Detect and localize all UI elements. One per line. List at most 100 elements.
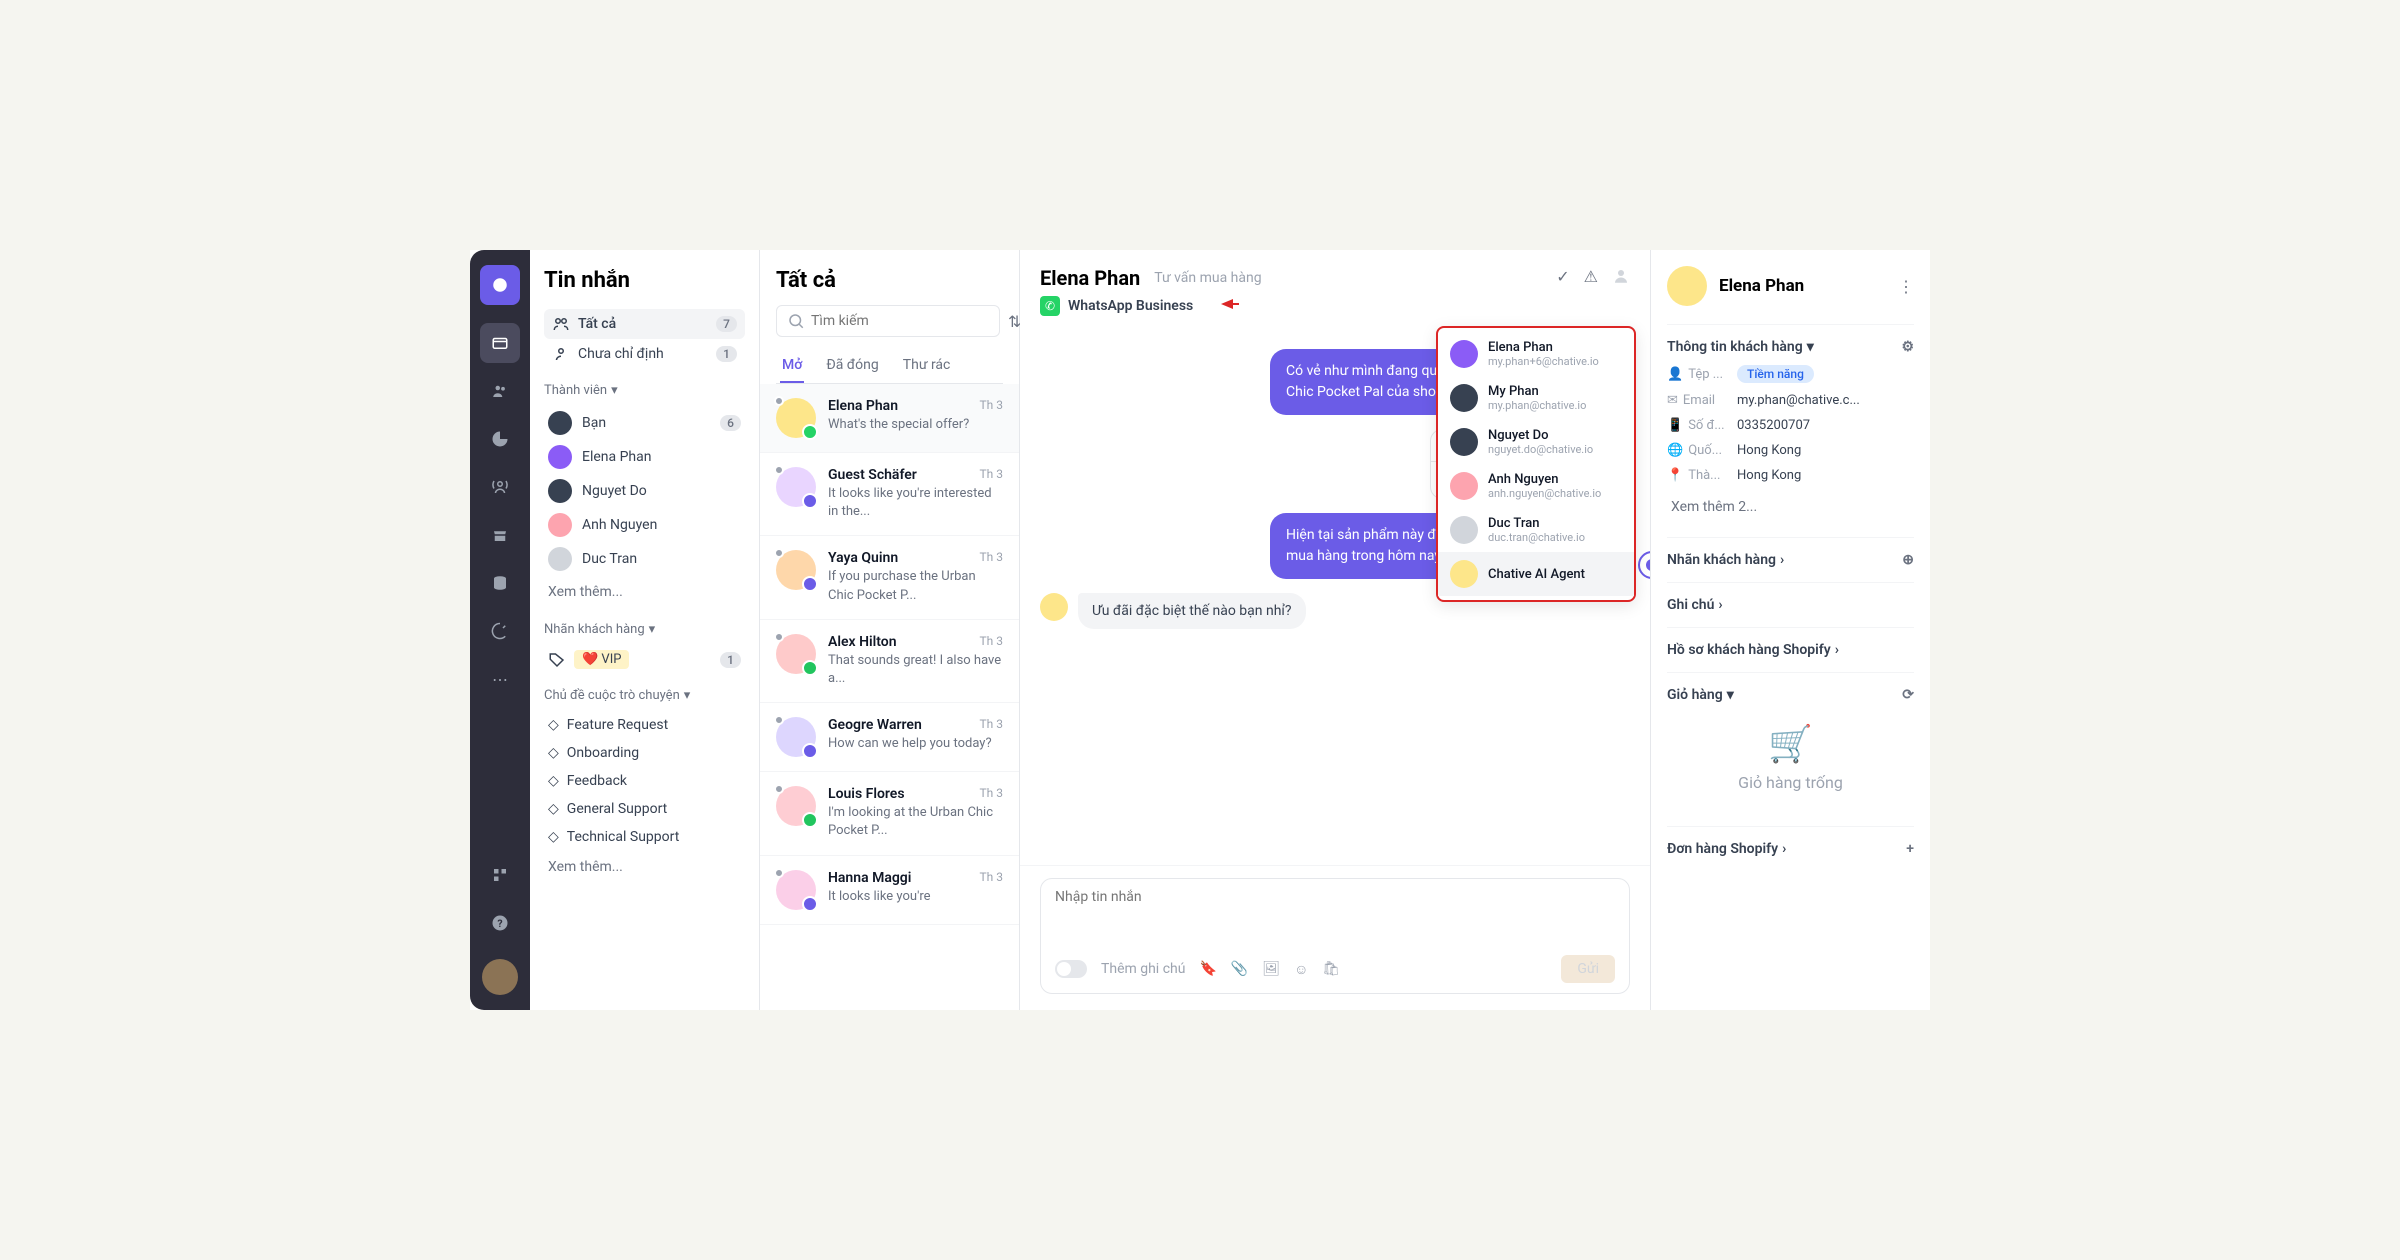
nav-help-icon[interactable]: ? [480,903,520,943]
nav-live-icon[interactable] [480,467,520,507]
avatar [776,717,816,757]
globe-icon: 🌐 Quố... [1667,443,1729,458]
tags-header[interactable]: Nhãn khách hàng ▾ [544,622,745,637]
whatsapp-icon: ✆ [1040,296,1060,316]
avatar [776,398,816,438]
settings-icon[interactable]: ⚙ [1901,339,1914,355]
topics-more[interactable]: Xem thêm... [544,851,745,883]
refresh-icon[interactable]: ⟳ [1902,687,1914,703]
conversation-item[interactable]: Hanna MaggiIt looks like you'reTh 3 [760,856,1019,925]
search-icon [787,312,805,330]
filter-all[interactable]: Tất cả 7 [544,309,745,339]
topics-header[interactable]: Chủ đề cuộc trò chuyện ▾ [544,688,745,703]
customer-name: Elena Phan [1719,276,1886,296]
conversation-item[interactable]: Geogre WarrenHow can we help you today?T… [760,703,1019,772]
avatar [1450,516,1478,544]
conversation-item[interactable]: Guest SchäferIt looks like you're intere… [760,453,1019,536]
chevron-down-icon: ▾ [1727,687,1734,703]
assignee-option[interactable]: Chative AI Agent [1438,552,1634,596]
topic-item[interactable]: ◇Technical Support [544,823,745,851]
attachment-icon[interactable]: 📎 [1231,961,1248,977]
topic-item[interactable]: ◇Feature Request [544,711,745,739]
nav-store-icon[interactable] [480,515,520,555]
assignee-option[interactable]: Anh Nguyenanh.nguyen@chative.io [1438,464,1634,508]
convlist-title: Tất cả [776,268,1003,293]
avatar [776,786,816,826]
topic-item[interactable]: ◇Onboarding [544,739,745,767]
send-button[interactable]: Gửi [1561,955,1615,983]
chevron-right-icon: › [1835,642,1839,658]
composer: Thêm ghi chú 🔖 📎 🖼 ☺ 🛍 Gửi [1020,865,1650,1010]
conversation-item[interactable]: Louis FloresI'm looking at the Urban Chi… [760,772,1019,855]
agent-avatar-icon [1638,551,1650,579]
note-toggle[interactable] [1055,960,1087,978]
conversation-item[interactable]: Alex HiltonThat sounds great! I also hav… [760,620,1019,703]
avatar [776,467,816,507]
tag-vip[interactable]: ❤️ VIP 1 [544,645,745,674]
details-panel: Elena Phan ⋮ Thông tin khách hàng▾ ⚙ 👤 T… [1650,250,1930,1010]
warning-icon[interactable]: ⚠ [1584,267,1598,289]
nav-inbox-icon[interactable] [480,323,520,363]
message-input[interactable] [1055,889,1615,921]
chevron-down-icon: ▾ [611,383,618,398]
avatar [548,411,572,435]
avatar [1450,340,1478,368]
chevron-right-icon: › [1718,597,1722,613]
member-item[interactable]: Duc Tran [544,542,745,576]
add-icon[interactable]: ⊕ [1902,552,1914,568]
bookmark-icon: ◇ [548,801,559,817]
nav-analytics-icon[interactable] [480,419,520,459]
conversation-item[interactable]: Elena PhanWhat's the special offer?Th 3 [760,384,1019,453]
section-shopify-profile[interactable]: Hồ sơ khách hàng Shopify › [1667,642,1914,658]
assignee-option[interactable]: Nguyet Donguyet.do@chative.io [1438,420,1634,464]
more-menu-icon[interactable]: ⋮ [1898,277,1914,296]
member-item[interactable]: Elena Phan [544,440,745,474]
user-avatar[interactable] [482,959,518,995]
section-cart[interactable]: Giỏ hàng ▾⟳ [1667,687,1914,703]
member-item[interactable]: Nguyet Do [544,474,745,508]
logo-icon[interactable] [480,265,520,305]
avatar [548,513,572,537]
avatar [548,445,572,469]
nav-contacts-icon[interactable] [480,371,520,411]
shop-icon[interactable]: 🛍 [1322,961,1340,977]
nav-automation-icon[interactable] [480,611,520,651]
assignee-dropdown: Elena Phanmy.phan+6@chative.ioMy Phanmy.… [1436,326,1636,602]
bookmark-icon: ◇ [548,745,559,761]
section-orders[interactable]: Đơn hàng Shopify ›+ [1667,841,1914,857]
nav-more-icon[interactable]: ⋯ [480,659,520,699]
bookmark-icon[interactable]: 🔖 [1199,961,1216,977]
image-icon[interactable]: 🖼 [1262,961,1280,977]
filter-unassigned[interactable]: Chưa chỉ định 1 [544,339,745,369]
info-see-more[interactable]: Xem thêm 2... [1667,491,1914,523]
members-more[interactable]: Xem thêm... [544,576,745,608]
member-item[interactable]: Bạn6 [544,406,745,440]
chevron-down-icon: ▾ [649,622,656,637]
search-input[interactable] [776,305,1000,337]
chat-subtitle: Tư vấn mua hàng [1154,270,1261,286]
conversation-item[interactable]: Yaya QuinnIf you purchase the Urban Chic… [760,536,1019,619]
section-customer-info[interactable]: Thông tin khách hàng▾ ⚙ [1667,339,1914,355]
nav-apps-icon[interactable] [480,855,520,895]
member-item[interactable]: Anh Nguyen [544,508,745,542]
assignee-option[interactable]: My Phanmy.phan@chative.io [1438,376,1634,420]
topic-item[interactable]: ◇General Support [544,795,745,823]
cart-icon: 🛒 [1667,723,1914,765]
section-notes[interactable]: Ghi chú › [1667,597,1914,613]
assignee-option[interactable]: Elena Phanmy.phan+6@chative.io [1438,332,1634,376]
section-tags[interactable]: Nhãn khách hàng ›⊕ [1667,552,1914,568]
avatar [776,634,816,674]
members-header[interactable]: Thành viên ▾ [544,383,745,398]
tab-spam[interactable]: Thư rác [901,349,953,383]
assign-icon[interactable] [1612,267,1630,289]
resolve-icon[interactable]: ✓ [1556,267,1569,289]
emoji-icon[interactable]: ☺ [1294,961,1308,978]
topic-item[interactable]: ◇Feedback [544,767,745,795]
tag-icon [548,651,566,669]
add-icon[interactable]: + [1906,841,1914,857]
tab-open[interactable]: Mở [780,349,804,383]
nav-data-icon[interactable] [480,563,520,603]
tab-closed[interactable]: Đã đóng [824,349,880,383]
assignee-option[interactable]: Duc Tranduc.tran@chative.io [1438,508,1634,552]
customer-avatar [1667,266,1707,306]
